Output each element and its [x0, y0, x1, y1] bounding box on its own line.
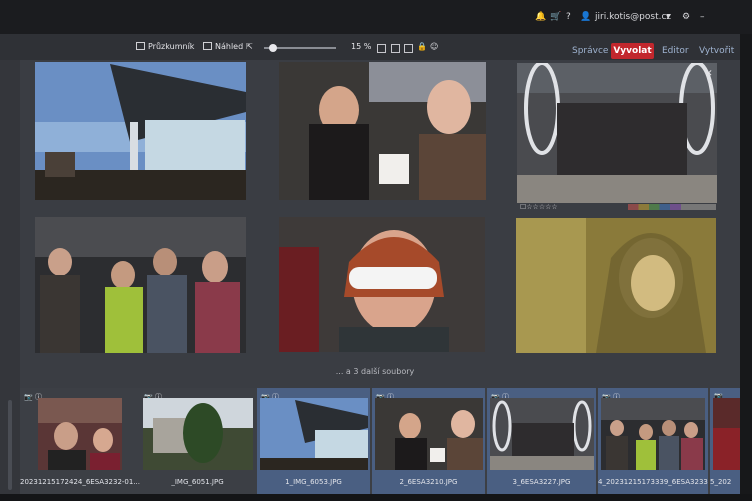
fit-icon[interactable] — [377, 44, 386, 53]
compare-icon[interactable] — [404, 44, 413, 53]
preview-photo-5[interactable] — [279, 217, 485, 352]
zoom-slider-handle[interactable] — [269, 44, 277, 52]
left-panel-edge — [0, 60, 20, 501]
thumbnail — [713, 398, 740, 470]
tab-manager[interactable]: Správce — [572, 45, 608, 57]
app-window: 🔔 🛒 ? 👤 jiri.kotis@post.cz ▾ ⚙ – Průzkum… — [0, 0, 752, 501]
filmstrip-label: _IMG_6051.JPG — [171, 478, 224, 486]
close-icon[interactable]: ✕ — [705, 68, 713, 80]
system-bar: 🔔 🛒 ? 👤 jiri.kotis@post.cz ▾ ⚙ – — [0, 0, 752, 34]
preview-photo-2[interactable] — [279, 62, 486, 200]
preview-photo-3[interactable] — [517, 63, 717, 203]
filmstrip-item-1[interactable]: 📷 ⓘ 20231215172424_6ESA3232-01... — [20, 388, 140, 494]
lock-icon[interactable]: 🔒 — [417, 41, 427, 53]
explorer-button[interactable]: Průzkumník — [136, 41, 194, 53]
filmstrip-label: 5_202 — [710, 478, 732, 486]
monitor-bezel — [740, 34, 752, 501]
thumbnail — [260, 398, 368, 470]
tab-create[interactable]: Vytvořit — [699, 45, 734, 57]
thumbnail — [490, 398, 594, 470]
thumbnail — [375, 398, 483, 470]
help-icon[interactable]: ? — [566, 11, 571, 23]
filmstrip-item-5[interactable]: 📷 ⓘ 3_6ESA3227.JPG — [487, 388, 596, 494]
filmstrip-label: 20231215172424_6ESA3232-01... — [20, 478, 140, 486]
image-icon — [203, 42, 212, 50]
preview-label: Náhled — [215, 42, 244, 51]
filmstrip-label: 1_IMG_6053.JPG — [285, 478, 342, 486]
external-view-icon[interactable]: ⇱ — [246, 41, 253, 53]
thumbnail — [38, 398, 122, 470]
filmstrip-item-6[interactable]: 📷 ⓘ 4_20231215173339_6ESA3233-0... — [598, 388, 708, 494]
thumbnail — [143, 398, 253, 470]
minimize-icon[interactable]: – — [700, 11, 705, 23]
caret-down-icon[interactable]: ▾ — [666, 11, 671, 23]
notification-icon[interactable]: 🔔 — [535, 11, 546, 23]
preview-photo-6[interactable] — [516, 218, 716, 353]
cart-icon[interactable]: 🛒 — [550, 11, 561, 23]
filmstrip-label: 3_6ESA3227.JPG — [512, 478, 571, 486]
rating-stars[interactable]: ☐☆☆☆☆☆ — [520, 201, 558, 213]
filmstrip-item-7[interactable]: 📷 5_202 — [710, 388, 740, 494]
more-files-text: ... a 3 další soubory — [335, 367, 415, 376]
color-labels[interactable] — [628, 204, 716, 210]
user-icon[interactable]: 👤 — [580, 11, 591, 23]
settings-icon[interactable]: ⚙ — [682, 11, 690, 23]
account-email[interactable]: jiri.kotis@post.cz — [595, 11, 671, 23]
tab-editor[interactable]: Editor — [662, 45, 689, 57]
scroll-handle[interactable] — [8, 400, 12, 490]
filmstrip-item-4[interactable]: 📷 ⓘ 2_6ESA3210.JPG — [372, 388, 485, 494]
thumbnail — [601, 398, 705, 470]
folder-icon — [136, 42, 145, 50]
filmstrip-label: 2_6ESA3210.JPG — [399, 478, 458, 486]
zoom-value: 15 % — [351, 42, 372, 51]
filmstrip-item-2[interactable]: 📷 ⓘ _IMG_6051.JPG — [140, 388, 255, 494]
people-icon[interactable]: ☺ — [430, 41, 438, 53]
monitor-bezel-bottom — [0, 494, 752, 501]
tab-develop[interactable]: Vyvolat — [611, 43, 654, 59]
filmstrip-item-3[interactable]: 📷 ⓘ 1_IMG_6053.JPG — [257, 388, 370, 494]
grid-icon[interactable] — [391, 44, 400, 53]
filmstrip-label: 4_20231215173339_6ESA3233-0... — [598, 478, 708, 486]
preview-photo-4[interactable] — [35, 217, 246, 353]
preview-button[interactable]: Náhled — [203, 41, 243, 53]
preview-photo-1[interactable] — [35, 62, 246, 200]
explorer-label: Průzkumník — [148, 42, 195, 51]
